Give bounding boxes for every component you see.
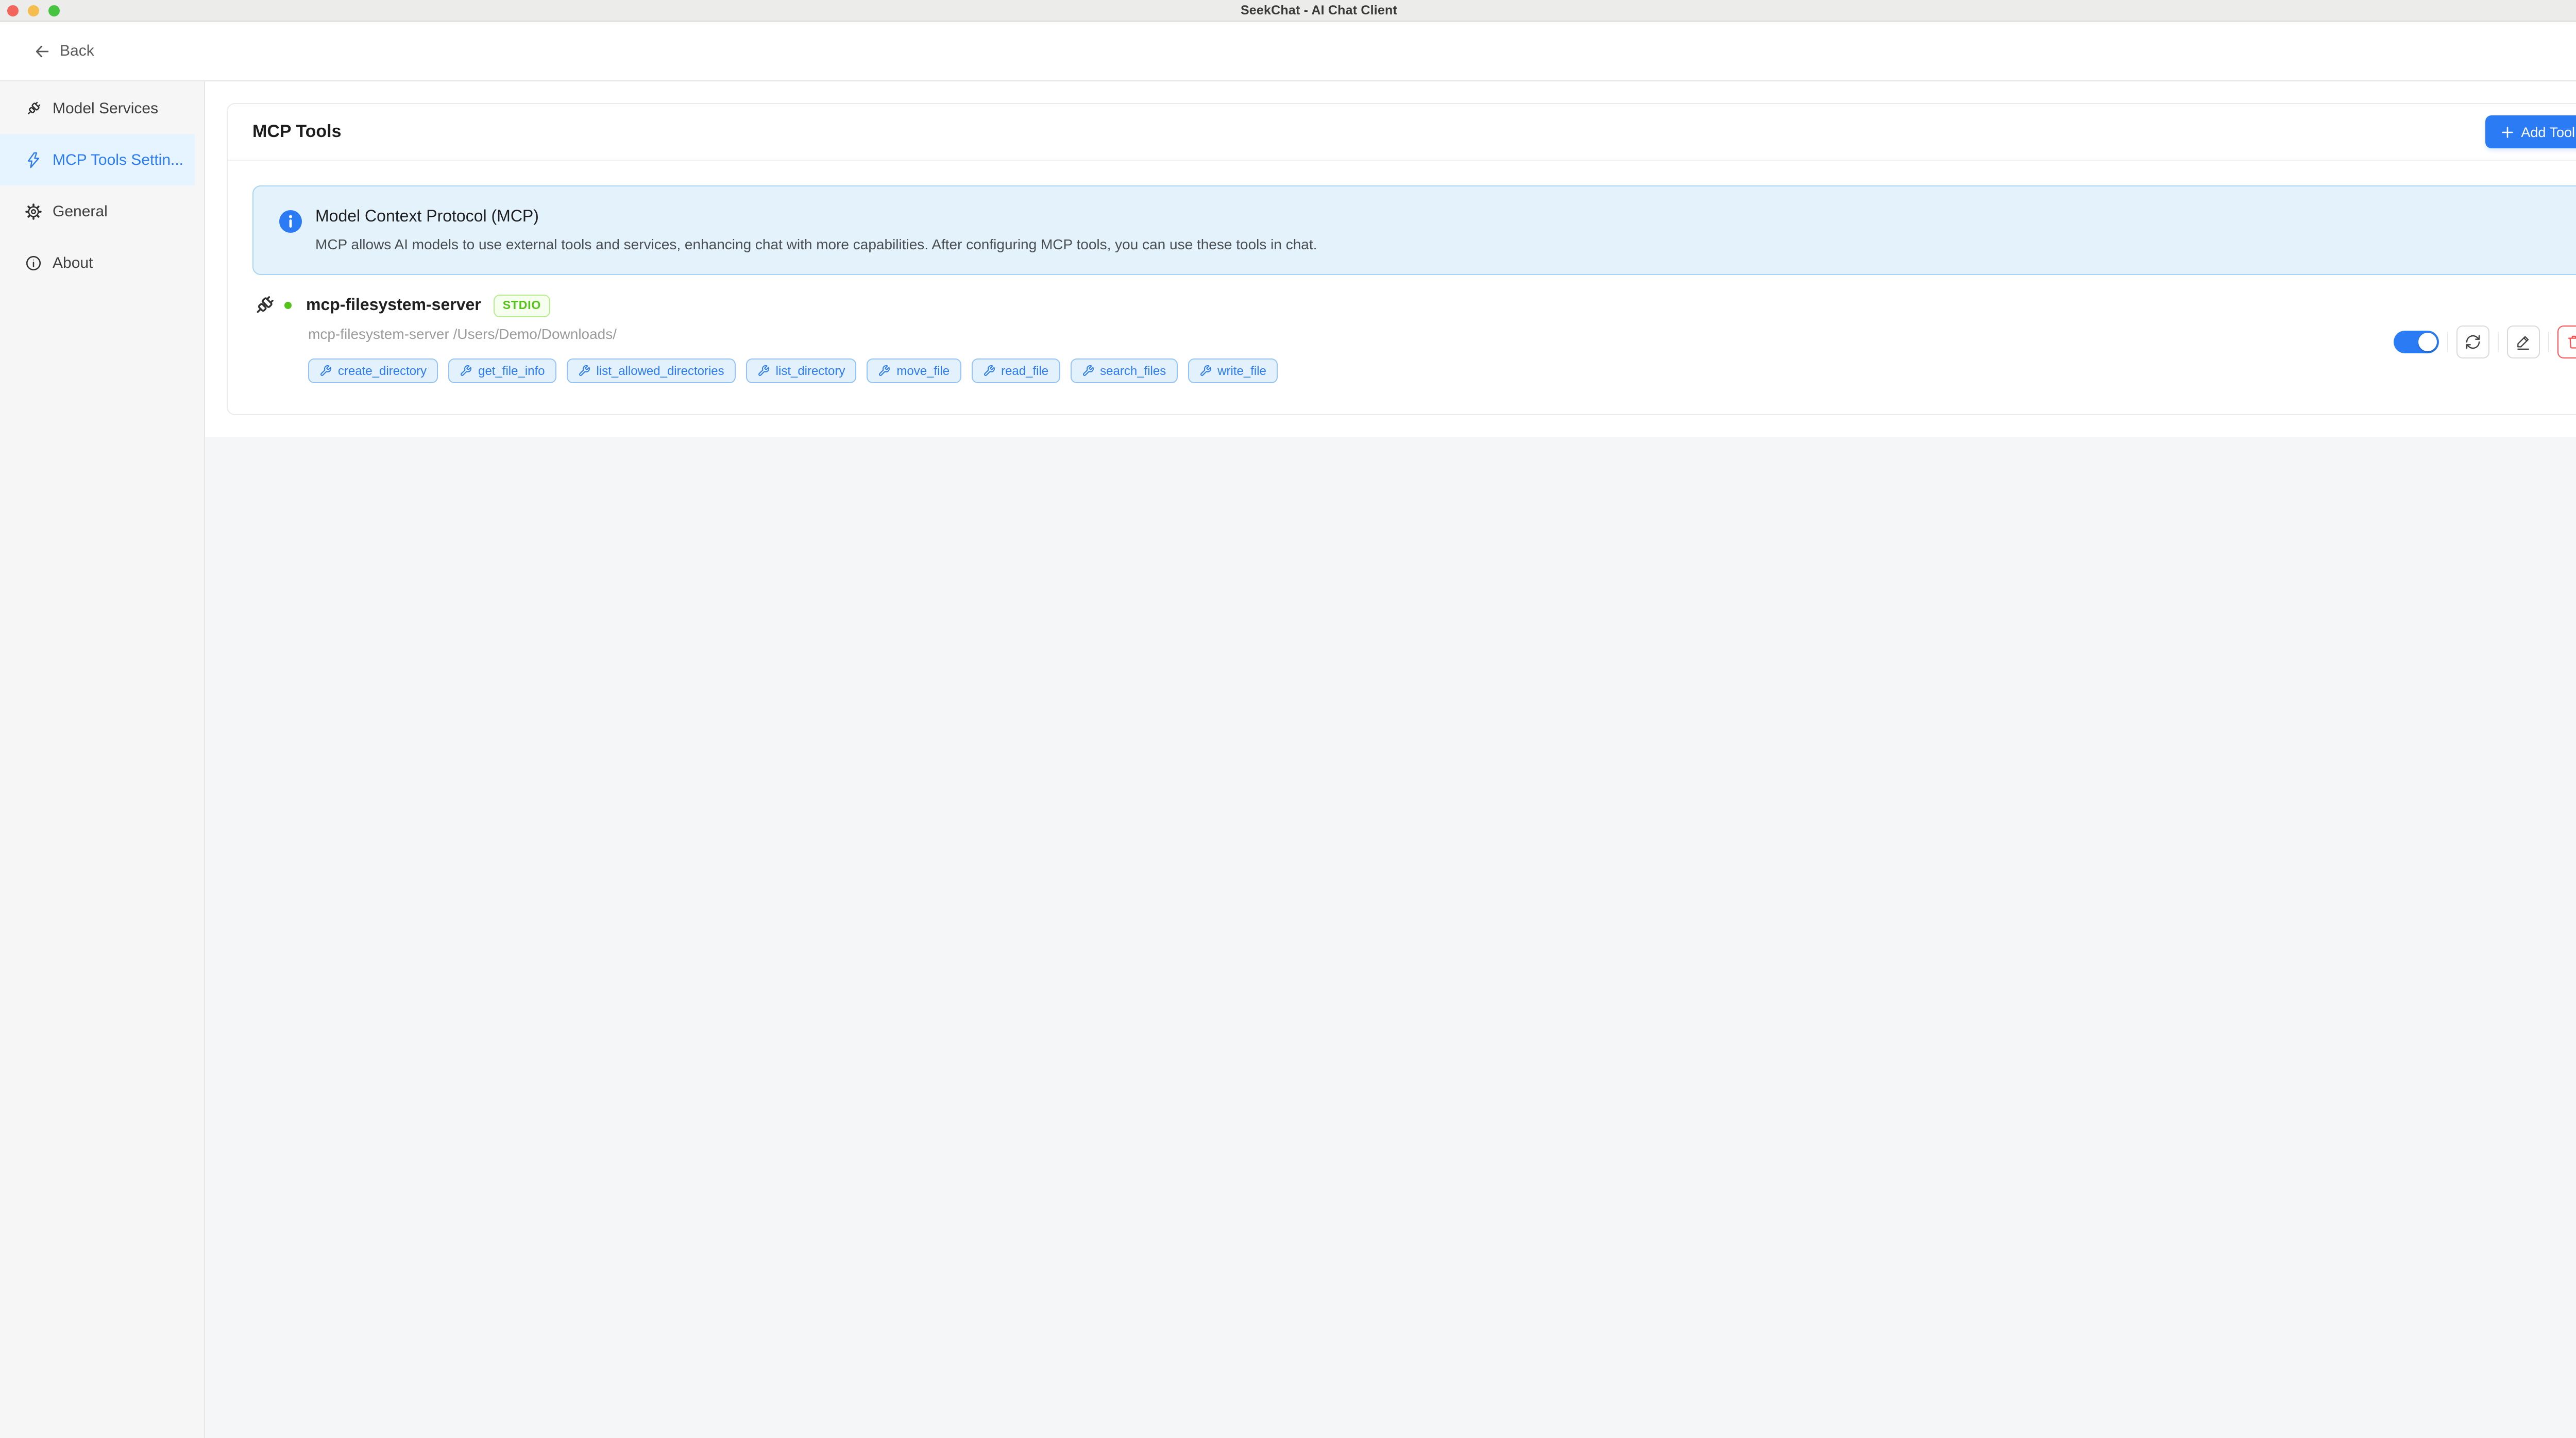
tool-function-name: create_directory	[338, 364, 427, 378]
page-title: MCP Tools	[252, 122, 342, 142]
sidebar-item-label: General	[53, 202, 108, 220]
toggle-knob	[2418, 332, 2437, 351]
enable-server-toggle[interactable]	[2394, 330, 2439, 353]
sidebar-item-model-services[interactable]: Model Services	[0, 82, 195, 134]
mcp-tools-card: MCP Tools Add Tool	[227, 103, 2576, 415]
sidebar-item-general[interactable]: General	[0, 185, 195, 237]
wrench-icon	[1081, 365, 1094, 377]
settings-sidebar: Model Services MCP Tools Settin...	[0, 81, 205, 1438]
edit-server-button[interactable]	[2507, 325, 2540, 358]
refresh-icon	[2465, 333, 2481, 350]
tool-function-tag: write_file	[1188, 358, 1278, 383]
back-arrow-icon	[34, 43, 50, 59]
alert-title: Model Context Protocol (MCP)	[315, 208, 1317, 227]
tool-function-tag: move_file	[867, 358, 961, 383]
top-navigation-bar: Back	[0, 22, 2576, 81]
info-circle-icon	[25, 254, 42, 271]
delete-server-button[interactable]	[2557, 325, 2576, 358]
server-status-dot	[284, 302, 292, 309]
zoom-window-button[interactable]	[48, 5, 60, 16]
window-title: SeekChat - AI Chat Client	[1241, 3, 1397, 18]
add-tool-button[interactable]: Add Tool	[2485, 115, 2576, 148]
tool-function-name: search_files	[1100, 364, 1166, 378]
tool-function-tag: get_file_info	[448, 358, 556, 383]
tool-function-tag: create_directory	[308, 358, 438, 383]
tool-function-name: list_directory	[776, 364, 845, 378]
tool-function-name: move_file	[896, 364, 950, 378]
titlebar: SeekChat - AI Chat Client	[0, 0, 2576, 22]
add-tool-button-label: Add Tool	[2521, 124, 2575, 140]
info-filled-icon	[278, 209, 303, 239]
mcp-server-command: mcp-filesystem-server /Users/Demo/Downlo…	[308, 326, 2373, 342]
tool-function-name: write_file	[1217, 364, 1266, 378]
tool-function-name: get_file_info	[478, 364, 545, 378]
app-window: SeekChat - AI Chat Client Back	[0, 0, 2576, 1438]
tool-function-name: list_allowed_directories	[597, 364, 724, 378]
divider	[2498, 331, 2499, 352]
divider	[2447, 331, 2448, 352]
server-action-buttons	[2373, 325, 2576, 358]
tool-function-tag: list_directory	[746, 358, 857, 383]
tool-function-tag: search_files	[1070, 358, 1177, 383]
close-window-button[interactable]	[7, 5, 19, 16]
wrench-icon	[878, 365, 890, 377]
trash-icon	[2566, 333, 2576, 350]
divider	[2548, 331, 2549, 352]
wrench-icon	[460, 365, 472, 377]
minimize-window-button[interactable]	[28, 5, 39, 16]
mcp-server-plug-icon	[252, 294, 276, 317]
gear-icon	[25, 202, 42, 220]
tool-function-tags: create_directory get_file_info	[308, 358, 2373, 383]
sidebar-item-mcp-tools-settings[interactable]: MCP Tools Settin...	[0, 134, 195, 185]
sidebar-item-about[interactable]: About	[0, 237, 195, 288]
alert-description: MCP allows AI models to use external too…	[315, 236, 1317, 252]
mcp-server-row: mcp-filesystem-server STDIO mcp-filesyst…	[252, 294, 2576, 389]
back-button[interactable]: Back	[34, 42, 94, 60]
mcp-server-info: mcp-filesystem-server STDIO mcp-filesyst…	[252, 294, 2373, 389]
main-content: MCP Tools Add Tool	[205, 81, 2576, 1438]
tool-function-name: read_file	[1001, 364, 1048, 378]
wrench-icon	[757, 365, 770, 377]
thunderbolt-icon	[25, 151, 42, 168]
sidebar-item-label: Model Services	[53, 99, 158, 117]
wrench-icon	[982, 365, 995, 377]
wrench-icon	[1199, 365, 1211, 377]
mcp-info-alert: Model Context Protocol (MCP) MCP allows …	[252, 185, 2576, 275]
traffic-lights	[7, 5, 60, 16]
api-plug-icon	[25, 99, 42, 117]
tool-function-tag: list_allowed_directories	[567, 358, 736, 383]
mcp-server-name: mcp-filesystem-server	[306, 296, 481, 315]
wrench-icon	[578, 365, 590, 377]
sidebar-item-label: About	[53, 254, 93, 271]
sidebar-item-label: MCP Tools Settin...	[53, 151, 183, 168]
transport-badge: STDIO	[494, 294, 550, 317]
card-header: MCP Tools Add Tool	[228, 104, 2576, 161]
plus-icon	[2500, 125, 2514, 139]
back-button-label: Back	[60, 42, 94, 60]
edit-pencil-icon	[2515, 333, 2532, 350]
wrench-icon	[319, 365, 332, 377]
tool-function-tag: read_file	[971, 358, 1060, 383]
refresh-server-button[interactable]	[2456, 325, 2489, 358]
